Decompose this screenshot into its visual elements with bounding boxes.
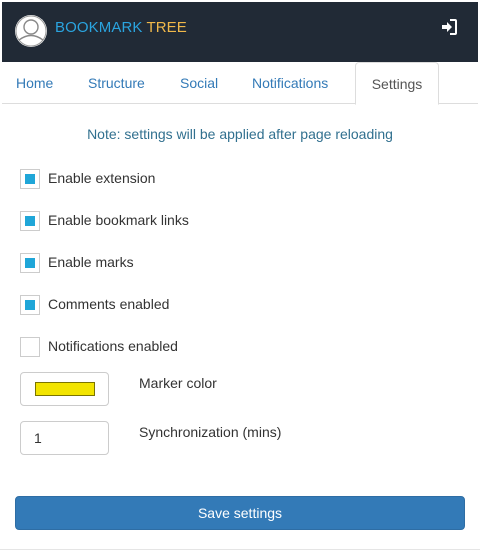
avatar-logo-icon xyxy=(15,15,47,47)
brand-part-2: TREE xyxy=(146,19,187,36)
enable-marks-label: Enable marks xyxy=(48,254,134,270)
tab-home[interactable]: Home xyxy=(16,62,53,104)
notifications-enabled-label: Notifications enabled xyxy=(48,338,178,354)
enable-marks-checkbox[interactable] xyxy=(20,253,40,273)
synchronization-field-box xyxy=(20,421,109,455)
sign-in-icon[interactable] xyxy=(440,18,458,36)
marker-color-swatch xyxy=(35,382,95,396)
app-header: BOOKMARK TREE xyxy=(2,2,478,62)
enable-bookmark-links-checkbox[interactable] xyxy=(20,211,40,231)
marker-color-picker[interactable] xyxy=(20,372,109,406)
tab-settings[interactable]: Settings xyxy=(355,62,439,105)
enable-extension-checkbox[interactable] xyxy=(20,169,40,189)
tab-bar: Home Structure Social Notifications Sett… xyxy=(2,62,478,105)
checkbox-checked-mark xyxy=(25,216,35,226)
brand-title: BOOKMARK TREE xyxy=(55,19,187,37)
comments-enabled-label: Comments enabled xyxy=(48,296,170,312)
checkbox-checked-mark xyxy=(25,300,35,310)
tab-notifications[interactable]: Notifications xyxy=(252,62,328,104)
comments-enabled-checkbox[interactable] xyxy=(20,295,40,315)
enable-extension-label: Enable extension xyxy=(48,170,156,186)
brand-part-1: BOOKMARK xyxy=(55,19,143,36)
checkbox-checked-mark xyxy=(25,258,35,268)
footer-divider xyxy=(0,549,480,550)
tab-social[interactable]: Social xyxy=(180,62,218,104)
settings-note: Note: settings will be applied after pag… xyxy=(87,126,393,142)
save-settings-button[interactable]: Save settings xyxy=(15,496,465,530)
marker-color-label: Marker color xyxy=(139,375,217,391)
tab-structure[interactable]: Structure xyxy=(88,62,145,104)
enable-bookmark-links-label: Enable bookmark links xyxy=(48,212,189,228)
checkbox-checked-mark xyxy=(25,174,35,184)
synchronization-input[interactable] xyxy=(21,422,108,454)
synchronization-label: Synchronization (mins) xyxy=(139,424,282,440)
notifications-enabled-checkbox[interactable] xyxy=(20,337,40,357)
